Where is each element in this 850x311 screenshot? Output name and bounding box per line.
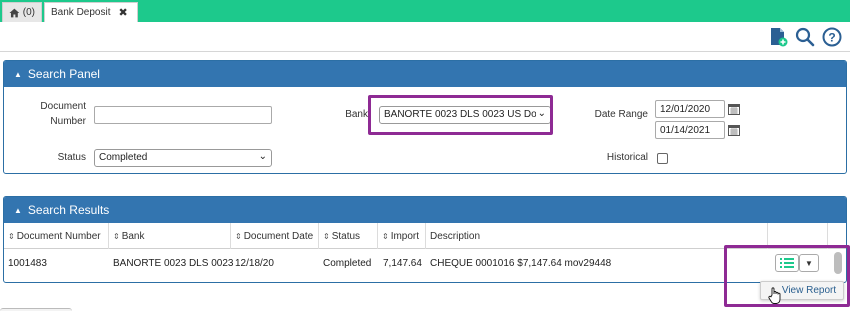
calendar-icon[interactable] xyxy=(728,103,740,115)
toolbar: ? xyxy=(0,22,850,52)
search-panel-title: Search Panel xyxy=(27,67,100,81)
column-bank[interactable]: ⇕ Bank xyxy=(109,223,231,249)
status-select-value: Completed xyxy=(99,152,148,163)
calendar-icon[interactable] xyxy=(728,124,740,136)
column-label: Import xyxy=(390,230,420,242)
column-status[interactable]: ⇕ Status xyxy=(319,223,378,249)
search-results-panel: ▲ Search Results ⇕ Document Number ⇕ Bank … xyxy=(3,196,847,283)
column-import[interactable]: ⇕ Import xyxy=(378,223,426,249)
table-row[interactable]: 1001483 BANORTE 0023 DLS 0023 12/18/20 C… xyxy=(4,249,846,277)
svg-text:?: ? xyxy=(828,31,835,45)
collapse-caret-icon: ▲ xyxy=(14,69,22,79)
date-range-label: Date Range xyxy=(594,109,648,120)
date-from-input[interactable] xyxy=(655,100,725,118)
results-table-header: ⇕ Document Number ⇕ Bank ⇕ Document Date ⇕ S… xyxy=(4,223,846,249)
document-number-label-line1: Document xyxy=(40,101,86,112)
column-label: Bank xyxy=(121,230,145,242)
tab-bank-deposit[interactable]: Bank Deposit ✖ xyxy=(44,2,138,22)
sort-icon: ⇕ xyxy=(382,231,389,241)
column-document-number[interactable]: ⇕ Document Number xyxy=(4,223,109,249)
help-icon[interactable]: ? xyxy=(822,27,842,47)
sort-icon: ⇕ xyxy=(113,231,120,241)
status-label: Status xyxy=(57,152,86,163)
collapse-caret-icon: ▲ xyxy=(14,205,22,215)
cell-description: CHEQUE 0001016 $7,147.64 mov29448 xyxy=(430,257,612,269)
home-icon xyxy=(9,8,20,17)
sort-icon: ⇕ xyxy=(8,231,15,241)
search-results-title: Search Results xyxy=(27,203,110,217)
sort-icon: ⇕ xyxy=(323,231,330,241)
bank-label: Bank xyxy=(345,109,368,120)
tab-home[interactable]: (0) xyxy=(2,2,42,22)
historical-label: Historical xyxy=(606,152,648,163)
document-number-label-line2: Number xyxy=(50,116,86,127)
cell-status: Completed xyxy=(323,257,372,269)
bank-highlight-box xyxy=(368,95,553,135)
column-label: Status xyxy=(331,230,361,242)
historical-checkbox[interactable] xyxy=(657,153,668,164)
new-document-icon[interactable] xyxy=(768,27,788,47)
column-label: Document Date xyxy=(243,230,314,242)
column-label: Description xyxy=(430,230,481,242)
tab-strip: (0) Bank Deposit ✖ xyxy=(0,0,850,22)
search-icon[interactable] xyxy=(795,27,815,47)
column-label: Document Number xyxy=(16,230,101,242)
sort-icon: ⇕ xyxy=(235,231,242,241)
search-results-header[interactable]: ▲ Search Results xyxy=(4,197,846,223)
cell-import: 7,147.64 xyxy=(383,257,422,269)
column-description[interactable]: Description xyxy=(426,223,768,249)
column-document-date[interactable]: ⇕ Document Date xyxy=(231,223,319,249)
cell-bank: BANORTE 0023 DLS 0023 xyxy=(113,257,234,269)
close-icon[interactable]: ✖ xyxy=(118,6,127,19)
document-number-input[interactable] xyxy=(94,106,272,124)
search-panel-header[interactable]: ▲ Search Panel xyxy=(4,61,846,87)
actions-highlight-box xyxy=(724,245,850,307)
cell-document-number: 1001483 xyxy=(8,257,47,269)
cell-document-date: 12/18/20 xyxy=(235,257,274,269)
date-to-input[interactable] xyxy=(655,121,725,139)
status-select[interactable]: Completed ⌄ xyxy=(94,149,272,167)
chevron-down-icon: ⌄ xyxy=(258,151,267,162)
document-number-label: Document Number xyxy=(24,101,86,127)
tab-home-count: (0) xyxy=(22,7,35,18)
tab-bank-deposit-label: Bank Deposit xyxy=(51,7,111,18)
